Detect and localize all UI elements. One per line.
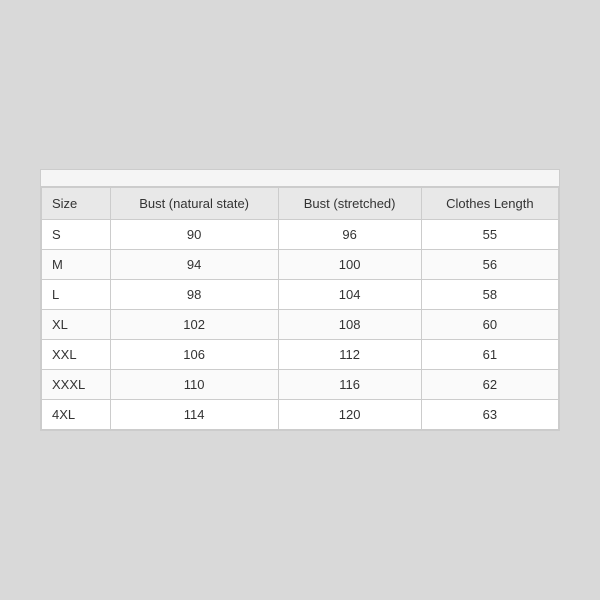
size-chart-title [41, 170, 559, 187]
value-cell: 110 [110, 370, 278, 400]
value-cell: 102 [110, 310, 278, 340]
value-cell: 56 [421, 250, 558, 280]
value-cell: 60 [421, 310, 558, 340]
table-row: L9810458 [42, 280, 559, 310]
value-cell: 61 [421, 340, 558, 370]
value-cell: 112 [278, 340, 421, 370]
value-cell: 108 [278, 310, 421, 340]
col-header-size: Size [42, 188, 111, 220]
value-cell: 104 [278, 280, 421, 310]
value-cell: 96 [278, 220, 421, 250]
size-cell: XL [42, 310, 111, 340]
value-cell: 114 [110, 400, 278, 430]
value-cell: 63 [421, 400, 558, 430]
value-cell: 58 [421, 280, 558, 310]
value-cell: 94 [110, 250, 278, 280]
value-cell: 62 [421, 370, 558, 400]
table-row: M9410056 [42, 250, 559, 280]
value-cell: 116 [278, 370, 421, 400]
size-cell: 4XL [42, 400, 111, 430]
col-header-bust-stretched: Bust (stretched) [278, 188, 421, 220]
size-cell: M [42, 250, 111, 280]
size-cell: L [42, 280, 111, 310]
table-row: XXXL11011662 [42, 370, 559, 400]
size-cell: S [42, 220, 111, 250]
table-header-row: Size Bust (natural state) Bust (stretche… [42, 188, 559, 220]
table-row: S909655 [42, 220, 559, 250]
col-header-length: Clothes Length [421, 188, 558, 220]
table-row: XXL10611261 [42, 340, 559, 370]
size-chart-container: Size Bust (natural state) Bust (stretche… [40, 169, 560, 431]
value-cell: 90 [110, 220, 278, 250]
value-cell: 106 [110, 340, 278, 370]
value-cell: 100 [278, 250, 421, 280]
table-row: 4XL11412063 [42, 400, 559, 430]
value-cell: 98 [110, 280, 278, 310]
value-cell: 55 [421, 220, 558, 250]
size-cell: XXL [42, 340, 111, 370]
size-cell: XXXL [42, 370, 111, 400]
value-cell: 120 [278, 400, 421, 430]
size-chart-table: Size Bust (natural state) Bust (stretche… [41, 187, 559, 430]
col-header-bust-natural: Bust (natural state) [110, 188, 278, 220]
table-row: XL10210860 [42, 310, 559, 340]
